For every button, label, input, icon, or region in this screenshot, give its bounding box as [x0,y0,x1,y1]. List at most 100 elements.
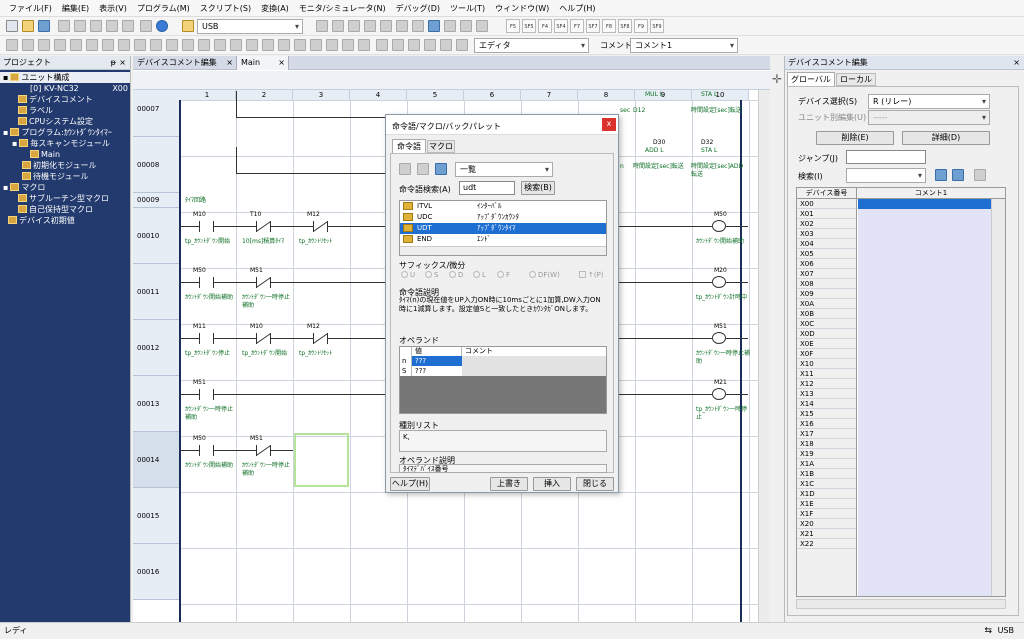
operand-value-cell[interactable]: ??? [412,356,462,366]
suffix-option[interactable]: F [497,271,510,279]
menu-item[interactable]: ウィンドウ(W) [490,3,554,14]
timer-icon[interactable] [424,39,436,51]
tree-item-unit[interactable]: ▪ ユニット構成 [0,72,130,83]
device-row[interactable]: X02 [797,219,856,229]
coil-set-icon[interactable] [118,39,130,51]
coil-device[interactable]: M21 [714,379,727,387]
instruction-row[interactable]: END ｴﾝﾄﾞ [400,234,606,245]
grid-icon[interactable] [428,20,440,32]
device-row[interactable]: X0F [797,349,856,359]
history-icon[interactable] [456,39,468,51]
table-hscroll[interactable] [796,599,1006,609]
arrow-left-icon[interactable] [358,39,370,51]
register-icon[interactable] [444,20,456,32]
coil-device[interactable]: M51 [714,323,727,331]
menu-item[interactable]: ファイル(F) [4,3,57,14]
trace-icon[interactable] [408,39,420,51]
menu-item[interactable]: 編集(E) [57,3,94,14]
insert-button[interactable]: 挿入 [533,477,571,491]
contact-device[interactable]: M51 [250,435,263,443]
list-icon[interactable] [22,39,34,51]
row-number[interactable]: 00015 [133,488,179,544]
menu-item[interactable]: ヘルプ(H) [554,3,600,14]
arrow-up-icon[interactable] [310,39,322,51]
suffix-option[interactable]: D [449,271,463,279]
function-key[interactable]: SF4 [554,19,568,33]
instruction-row[interactable]: UDC ｱｯﾌﾟﾀﾞｳﾝｶｳﾝﾀ [400,212,606,223]
table-vscroll[interactable] [991,199,1005,596]
device-row[interactable]: X0D [797,329,856,339]
suffix-option[interactable]: S [425,271,438,279]
instruction-row[interactable]: ITVL ｲﾝﾀｰﾊﾞﾙ [400,201,606,212]
coil-icon[interactable] [102,39,114,51]
instr-name[interactable]: STA L [701,91,717,99]
device-select[interactable]: R (リレー) [868,94,990,109]
tab-instruction[interactable]: 命令語 [392,139,426,153]
pin-toggle-icon[interactable]: ✛ [771,72,783,88]
function-key[interactable]: SF8 [618,19,632,33]
ladder-icon[interactable] [54,39,66,51]
tree-item-kv[interactable]: [0] KV-NC32 X00 [0,83,130,94]
row-number[interactable]: 00007 [133,90,179,137]
function-key[interactable]: SF5 [522,19,536,33]
device-row[interactable]: X19 [797,449,856,459]
suffix-option[interactable]: ↑(P) [579,271,604,279]
function-key[interactable]: F4 [538,19,552,33]
comment-select[interactable]: コメント1 [630,38,738,53]
tab-global[interactable]: グローバル [787,72,835,86]
help-icon[interactable] [156,20,168,32]
play-icon[interactable] [230,39,242,51]
function-key[interactable]: F8 [602,19,616,33]
instr-device[interactable]: D32 [701,139,713,147]
break-clear-icon[interactable] [294,39,306,51]
print-setup-icon[interactable] [74,20,86,32]
contact-device[interactable]: M50 [193,435,206,443]
tab-main[interactable]: Main × [237,56,289,70]
tree-item-devcomment[interactable]: デバイスコメント [0,94,130,105]
tree-item-macro[interactable]: ▪ マクロ [0,182,130,193]
row-number[interactable]: 00011 [133,264,179,320]
search-select[interactable] [846,168,926,183]
device-row[interactable]: X1D [797,489,856,499]
run-icon[interactable] [198,39,210,51]
row-number[interactable]: 00010 [133,208,179,264]
wire-icon[interactable] [134,39,146,51]
contact-device[interactable]: M12 [307,211,320,219]
contact-device[interactable]: M10 [193,211,206,219]
search-button[interactable]: 検索(B) [521,181,555,195]
indent-icon[interactable] [38,39,50,51]
print-icon[interactable] [58,20,70,32]
diff-up-icon[interactable] [166,39,178,51]
device-row[interactable]: X0A [797,299,856,309]
device-row[interactable]: X00 [797,199,856,209]
connection-select[interactable]: USB [197,19,303,34]
tree-item-init[interactable]: 初期化モジュール [0,160,130,171]
pin-icon[interactable]: ᵽ [111,56,116,70]
edit-pencil-icon[interactable] [6,39,18,51]
operand-comment-cell[interactable] [462,366,606,376]
device-row[interactable]: X09 [797,289,856,299]
coil-device[interactable]: M50 [714,211,727,219]
tree-item-standby[interactable]: 待機モジュール [0,171,130,182]
tree-item-devinit[interactable]: デバイス初期値 [0,215,130,226]
tab-devcomment[interactable]: デバイスコメント編集 × [133,56,237,70]
device-row[interactable]: X03 [797,229,856,239]
function-key[interactable]: SF7 [586,19,600,33]
unit-edit-select[interactable]: ----- [868,110,990,125]
device-row[interactable]: X0E [797,339,856,349]
edit-cursor[interactable] [294,433,349,487]
arrow-down-icon[interactable] [935,169,947,181]
copy-icon[interactable] [106,20,118,32]
close-icon[interactable]: × [119,56,126,70]
tab-local[interactable]: ローカル [836,73,876,86]
coil-device[interactable]: M20 [714,267,727,275]
row-number[interactable]: 00012 [133,320,179,376]
device-row[interactable]: X0C [797,319,856,329]
suffix-option[interactable]: U [401,271,415,279]
menu-item[interactable]: デバッグ(D) [391,3,445,14]
device-row[interactable]: X1B [797,469,856,479]
function-key[interactable]: F9 [634,19,648,33]
save-icon[interactable] [38,20,50,32]
contact-nc-icon[interactable] [86,39,98,51]
function-key[interactable]: F7 [570,19,584,33]
